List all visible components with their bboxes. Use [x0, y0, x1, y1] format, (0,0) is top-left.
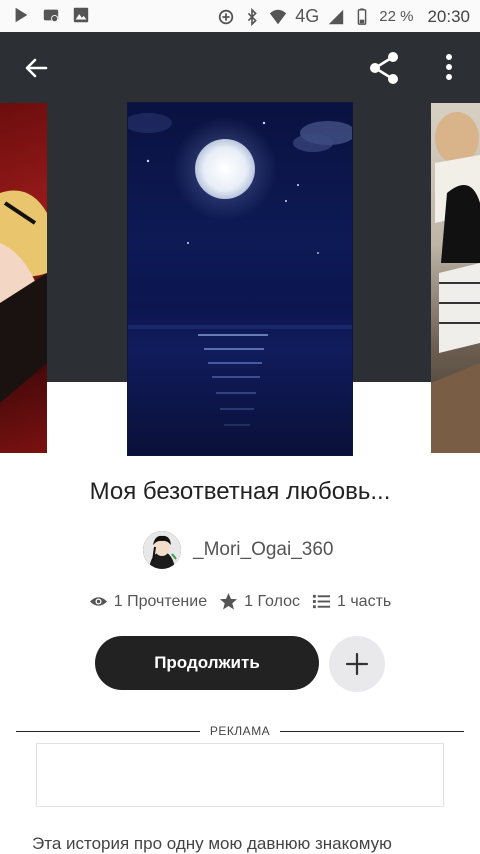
signal-icon: [329, 9, 344, 24]
cover-previous-story[interactable]: [0, 103, 47, 453]
continue-reading-button[interactable]: Продолжить: [95, 636, 319, 690]
media-icon: [43, 9, 59, 23]
author-name[interactable]: _Mori_Ogai_360: [193, 539, 333, 561]
play-store-icon: [15, 7, 28, 23]
story-description: Эта история про одну мою давнюю знакомую: [32, 834, 392, 853]
clock: 20:30: [427, 6, 470, 26]
ad-slot[interactable]: [36, 743, 444, 807]
cover-art-right: [431, 112, 480, 453]
cover-next-story[interactable]: [431, 103, 480, 453]
author-row[interactable]: _Mori_Ogai_360: [143, 530, 333, 570]
divider-line: [280, 730, 465, 732]
votes-stat: 1 Голос: [219, 592, 300, 611]
add-to-library-button[interactable]: [329, 636, 385, 692]
battery-icon: [357, 7, 367, 25]
story-cover[interactable]: [127, 102, 353, 456]
parts-count: 1 часть: [337, 592, 392, 610]
share-icon[interactable]: [364, 48, 404, 88]
arrow-left-icon[interactable]: [20, 52, 52, 84]
divider-line: [16, 730, 200, 732]
data-saver-icon: [219, 9, 234, 24]
ad-divider: РЕКЛАМА: [16, 722, 465, 740]
reads-stat: 1 Прочтение: [89, 592, 207, 611]
network-type: 4G: [295, 6, 320, 26]
cover-art-left: [0, 190, 47, 403]
story-stats: 1 Прочтение 1 Голос 1 часть: [0, 592, 480, 611]
avatar[interactable]: [143, 531, 181, 569]
wifi-icon: [270, 9, 287, 24]
ad-label: РЕКЛАМА: [209, 724, 271, 738]
eye-icon: [89, 597, 107, 606]
list-icon: [312, 594, 331, 609]
votes-count: 1 Голос: [244, 592, 300, 610]
battery-percent: 22 %: [379, 8, 414, 25]
bluetooth-icon: [248, 7, 257, 26]
reads-count: 1 Прочтение: [113, 592, 208, 610]
plus-icon: [345, 652, 369, 676]
story-title: Моя безответная любовь...: [89, 478, 391, 505]
image-icon: [73, 7, 89, 23]
avatar-image: [143, 531, 181, 569]
cover-art-moon: [128, 113, 352, 426]
star-icon: [220, 592, 238, 610]
parts-stat: 1 часть: [312, 592, 391, 611]
status-bar: 4G 22 % 20:30: [0, 0, 480, 32]
more-vertical-icon[interactable]: [438, 50, 460, 84]
